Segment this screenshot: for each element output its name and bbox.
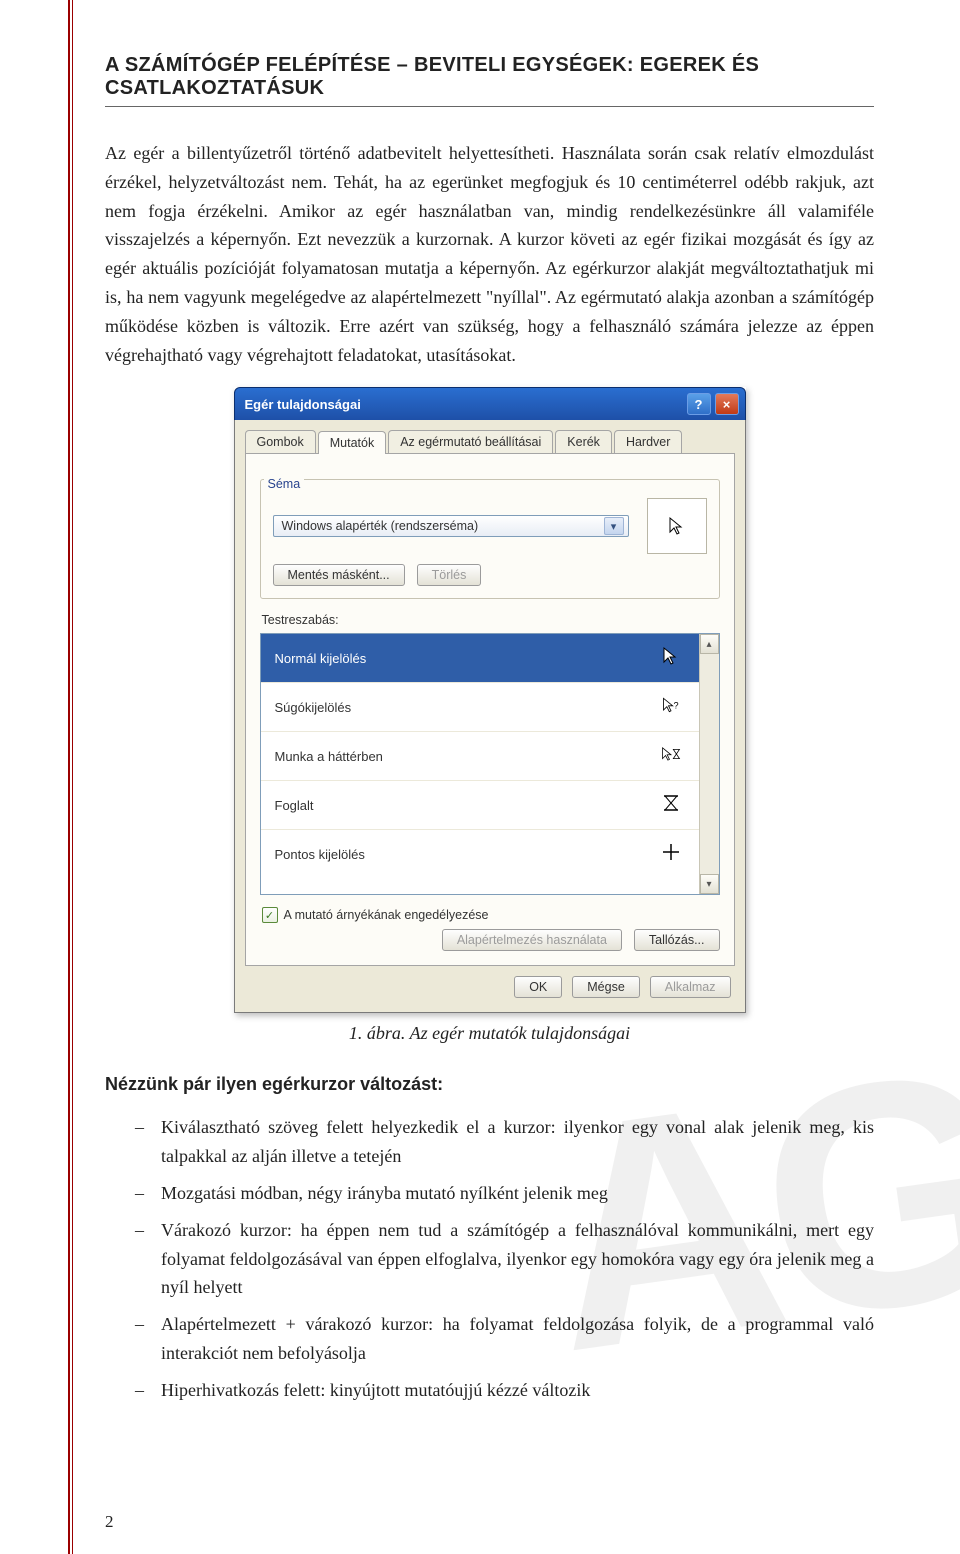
shadow-checkbox-row[interactable]: ✓ A mutató árnyékának engedélyezése	[262, 907, 718, 923]
ok-button[interactable]: OK	[514, 976, 562, 998]
use-default-button[interactable]: Alapértelmezés használata	[442, 929, 622, 951]
save-as-button[interactable]: Mentés másként...	[273, 564, 405, 586]
tab-hardware[interactable]: Hardver	[614, 430, 682, 453]
browse-button[interactable]: Tallózás...	[634, 929, 720, 951]
arrow-cursor-icon	[667, 516, 687, 536]
list-item-label: Normál kijelölés	[275, 651, 367, 666]
help-button[interactable]: ?	[687, 393, 711, 415]
cursor-change-list: Kiválasztható szöveg felett helyezkedik …	[105, 1113, 874, 1404]
delete-button[interactable]: Törlés	[417, 564, 482, 586]
tab-pointer-options[interactable]: Az egérmutató beállításai	[388, 430, 553, 453]
dialog-title: Egér tulajdonságai	[245, 397, 361, 412]
pointer-listbox[interactable]: Normál kijelölés Súgókijelölés ?	[260, 633, 720, 895]
tab-pointers[interactable]: Mutatók	[318, 431, 386, 454]
list-item: Alapértelmezett + várakozó kurzor: ha fo…	[135, 1310, 874, 1368]
apply-button[interactable]: Alkalmaz	[650, 976, 731, 998]
scroll-up-icon[interactable]: ▴	[700, 634, 719, 654]
dialog-action-buttons: OK Mégse Alkalmaz	[245, 966, 735, 1002]
list-item: Kiválasztható szöveg felett helyezkedik …	[135, 1113, 874, 1171]
page-container: A SZÁMÍTÓGÉP FELÉPÍTÉSE – BEVITELI EGYSÉ…	[0, 0, 960, 1453]
scrollbar[interactable]: ▴ ▾	[699, 634, 719, 894]
page-title: A SZÁMÍTÓGÉP FELÉPÍTÉSE – BEVITELI EGYSÉ…	[105, 54, 874, 100]
title-underline	[105, 106, 874, 107]
list-item[interactable]: Foglalt	[261, 781, 699, 830]
list-item-label: Foglalt	[275, 798, 314, 813]
chevron-down-icon: ▾	[604, 517, 624, 535]
list-item: Mozgatási módban, négy irányba mutató ny…	[135, 1179, 874, 1208]
list-item: Hiperhivatkozás felett: kinyújtott mutat…	[135, 1376, 874, 1405]
mouse-properties-dialog: Egér tulajdonságai ? × Gombok Mutatók Az…	[234, 387, 746, 1013]
customize-label: Testreszabás:	[262, 613, 718, 627]
crosshair-cursor-icon	[657, 842, 685, 867]
tab-wheel[interactable]: Kerék	[555, 430, 612, 453]
list-subheading: Nézzünk pár ilyen egérkurzor változást:	[105, 1074, 874, 1095]
dialog-titlebar: Egér tulajdonságai ? ×	[234, 387, 746, 420]
arrow-hourglass-cursor-icon	[657, 744, 685, 769]
list-item[interactable]: Normál kijelölés	[261, 634, 699, 683]
close-button[interactable]: ×	[715, 393, 739, 415]
shadow-checkbox-label: A mutató árnyékának engedélyezése	[284, 908, 489, 922]
list-item[interactable]: Pontos kijelölés	[261, 830, 699, 878]
scroll-down-icon[interactable]: ▾	[700, 874, 719, 894]
scheme-group-label: Séma	[264, 477, 305, 491]
hourglass-cursor-icon	[657, 793, 685, 818]
arrow-help-cursor-icon: ?	[657, 695, 685, 720]
dialog-client-area: Gombok Mutatók Az egérmutató beállításai…	[234, 420, 746, 1013]
list-item[interactable]: Munka a háttérben	[261, 732, 699, 781]
scheme-value: Windows alapérték (rendszerséma)	[282, 519, 479, 533]
checkbox-checked-icon: ✓	[262, 907, 278, 923]
svg-text:?: ?	[673, 700, 678, 710]
tab-buttons[interactable]: Gombok	[245, 430, 316, 453]
cancel-button[interactable]: Mégse	[572, 976, 640, 998]
list-item-label: Munka a háttérben	[275, 749, 383, 764]
arrow-cursor-icon	[657, 646, 685, 671]
main-paragraph: Az egér a billentyűzetről történő adatbe…	[105, 139, 874, 369]
page-number: 2	[105, 1512, 114, 1532]
list-item-label: Súgókijelölés	[275, 700, 352, 715]
scheme-group: Windows alapérték (rendszerséma) ▾ Menté…	[260, 479, 720, 599]
tab-strip: Gombok Mutatók Az egérmutató beállításai…	[245, 420, 735, 453]
list-item: Várakozó kurzor: ha éppen nem tud a szám…	[135, 1216, 874, 1302]
tab-page-pointers: Séma Windows alapérték (rendszerséma) ▾ …	[245, 453, 735, 966]
list-item[interactable]: Súgókijelölés ?	[261, 683, 699, 732]
list-item-label: Pontos kijelölés	[275, 847, 365, 862]
figure-caption: 1. ábra. Az egér mutatók tulajdonságai	[105, 1023, 874, 1044]
scheme-combobox[interactable]: Windows alapérték (rendszerséma) ▾	[273, 515, 629, 537]
cursor-preview	[647, 498, 707, 554]
